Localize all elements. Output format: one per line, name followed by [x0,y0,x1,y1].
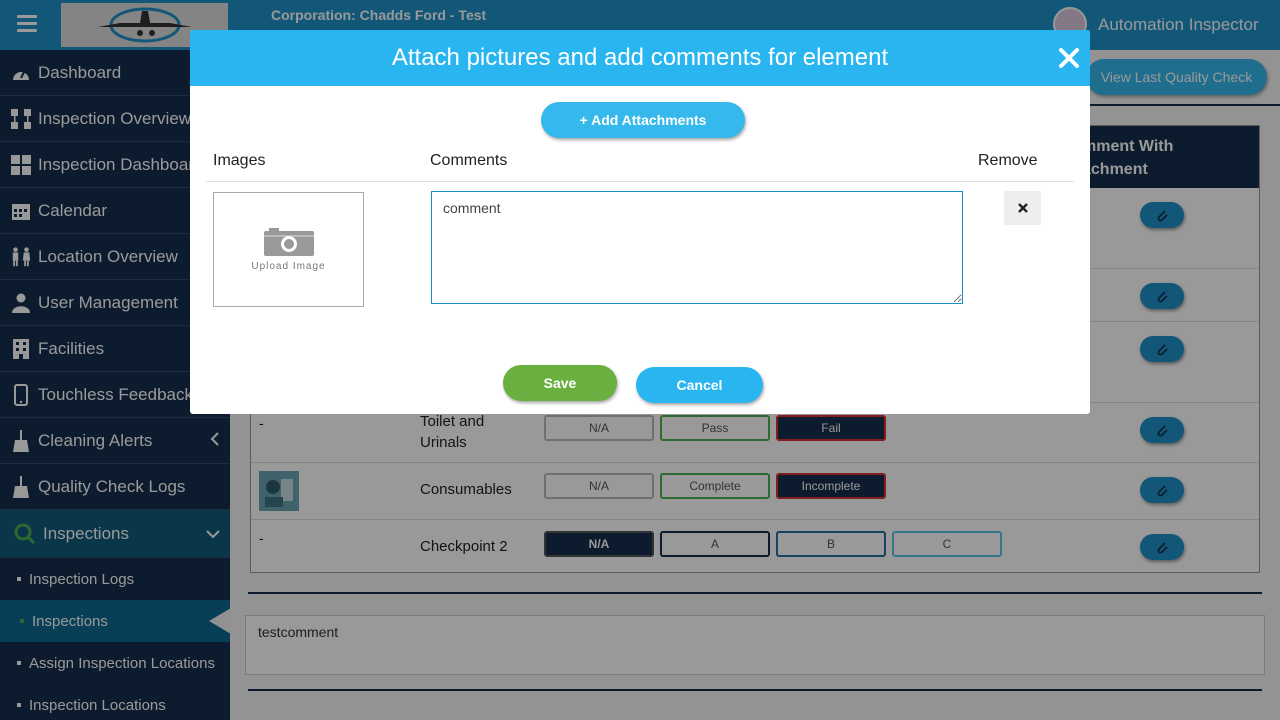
modal-title: Attach pictures and add comments for ele… [391,44,889,71]
camera-icon [263,228,314,256]
cancel-button[interactable]: Cancel [636,367,763,403]
attach-pictures-modal: Attach pictures and add comments for ele… [190,30,1090,414]
remove-button[interactable] [1004,191,1041,225]
column-header-remove: Remove [978,152,1038,169]
column-header-images: Images [213,152,266,169]
upload-image-button[interactable]: Upload Image [213,192,364,307]
add-attachments-button[interactable]: + Add Attachments [541,102,745,138]
divider [206,181,1074,182]
comment-textarea[interactable]: comment [431,191,963,304]
modal-header: Attach pictures and add comments for ele… [190,30,1090,86]
upload-image-label: Upload Image [251,261,326,272]
column-header-comments: Comments [430,152,508,169]
close-icon[interactable] [1058,47,1080,69]
close-icon [1017,203,1028,213]
save-button[interactable]: Save [503,365,617,401]
